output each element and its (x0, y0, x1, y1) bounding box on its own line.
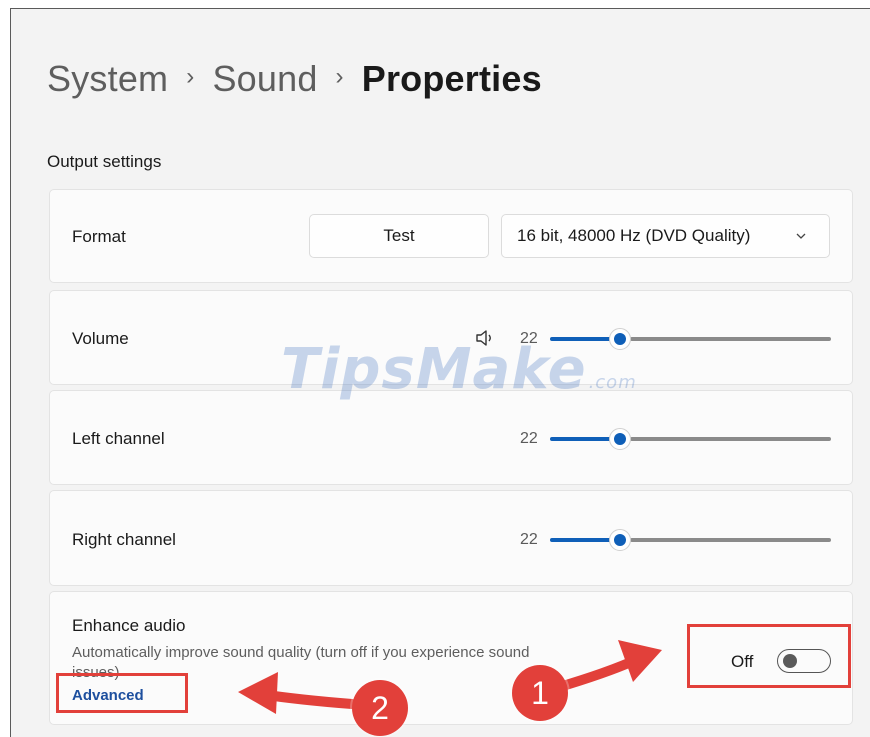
breadcrumb-system[interactable]: System (47, 58, 168, 100)
left-channel-value: 22 (520, 430, 538, 447)
breadcrumb-separator: › (186, 63, 195, 90)
enhance-audio-title: Enhance audio (72, 616, 186, 635)
annotation-badge-2: 2 (352, 680, 408, 736)
format-label: Format (72, 227, 126, 246)
watermark-suffix: .com (588, 372, 637, 393)
left-channel-slider-thumb[interactable] (609, 428, 631, 450)
breadcrumb: System › Sound › Properties (47, 55, 542, 103)
right-channel-slider-thumb[interactable] (609, 529, 631, 551)
format-card: Format Test 16 bit, 48000 Hz (DVD Qualit… (49, 189, 853, 283)
annotation-badge-1: 1 (512, 665, 568, 721)
right-channel-label: Right channel (72, 530, 176, 549)
right-channel-card: Right channel 22 (49, 490, 853, 586)
watermark-text: TipsMake (281, 337, 587, 402)
section-title-output-settings: Output settings (47, 152, 162, 171)
watermark: TipsMake .com (281, 337, 637, 402)
breadcrumb-sound[interactable]: Sound (212, 58, 317, 100)
format-dropdown[interactable]: 16 bit, 48000 Hz (DVD Quality) (501, 214, 830, 258)
left-channel-card: Left channel 22 (49, 390, 853, 485)
right-channel-value: 22 (520, 531, 538, 548)
breadcrumb-separator: › (335, 63, 344, 90)
test-button[interactable]: Test (309, 214, 489, 258)
volume-label: Volume (72, 329, 129, 348)
annotation-box-toggle (687, 624, 851, 688)
left-channel-label: Left channel (72, 429, 165, 448)
annotation-box-advanced (56, 673, 188, 713)
right-channel-slider-track (630, 538, 831, 542)
format-dropdown-value: 16 bit, 48000 Hz (DVD Quality) (517, 226, 751, 245)
volume-slider-track (630, 337, 831, 341)
page-title: Properties (361, 58, 542, 99)
chevron-down-icon (796, 233, 806, 239)
left-channel-slider-track (630, 437, 831, 441)
